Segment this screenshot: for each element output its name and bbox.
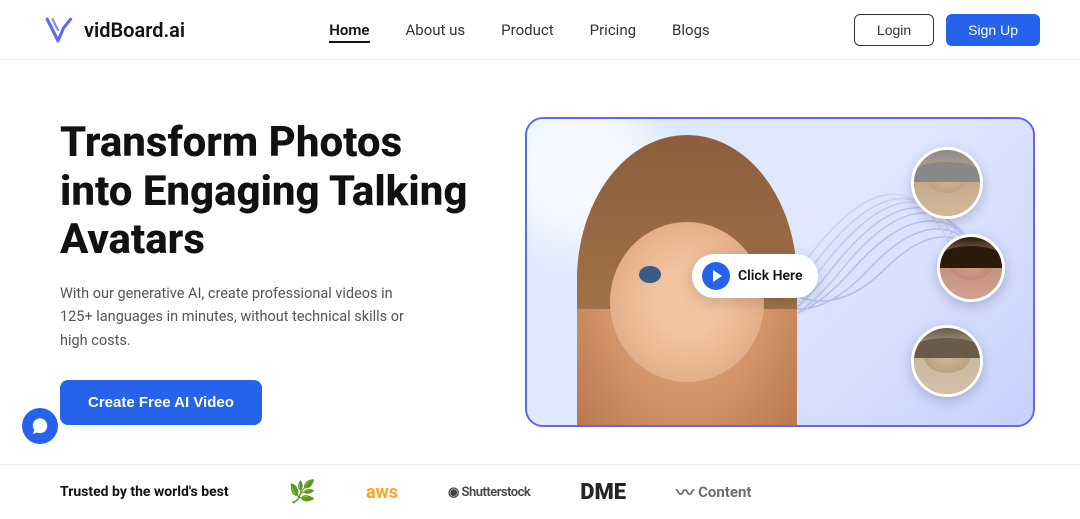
hero-right: Click Here — [520, 117, 1040, 427]
trusted-bar: Trusted by the world's best 🌿 aws ◉ Shut… — [0, 464, 1080, 519]
left-eye — [639, 266, 661, 283]
navbar: vidBoard.ai Home About us Product Pricin… — [0, 0, 1080, 60]
nav-item-product[interactable]: Product — [501, 20, 553, 39]
aws-brand-logo: aws — [366, 482, 398, 503]
nav-link-blogs[interactable]: Blogs — [672, 21, 710, 39]
shutterstock-logo: ◉ Shutterstock — [448, 485, 530, 500]
nav-links: Home About us Product Pricing Blogs — [329, 20, 709, 39]
nav-link-pricing[interactable]: Pricing — [590, 21, 636, 39]
chat-icon — [31, 417, 49, 435]
hero-description: With our generative AI, create professio… — [60, 282, 420, 352]
trusted-heading: Trusted by the world's best — [60, 484, 229, 500]
nav-item-home[interactable]: Home — [329, 20, 369, 39]
login-button[interactable]: Login — [854, 14, 934, 46]
click-here-badge[interactable]: Click Here — [692, 254, 818, 298]
avatar-male-1 — [911, 147, 983, 219]
nav-item-blogs[interactable]: Blogs — [672, 20, 710, 39]
create-video-button[interactable]: Create Free AI Video — [60, 380, 262, 425]
chat-bubble-button[interactable] — [22, 408, 58, 444]
hero-section: Transform Photos into Engaging Talking A… — [0, 70, 1080, 474]
brand-logos: 🌿 aws ◉ Shutterstock DME 〰 Content — [289, 479, 752, 505]
face-skin — [610, 222, 764, 382]
nav-link-about[interactable]: About us — [406, 21, 466, 39]
dme-brand-logo: DME — [580, 480, 626, 505]
nav-item-pricing[interactable]: Pricing — [590, 20, 636, 39]
hero-left: Transform Photos into Engaging Talking A… — [60, 119, 480, 424]
google-brand-logo: 🌿 — [289, 480, 316, 505]
nav-link-home[interactable]: Home — [329, 21, 369, 43]
video-card: Click Here — [525, 117, 1035, 427]
nav-actions: Login Sign Up — [854, 14, 1040, 46]
hero-title: Transform Photos into Engaging Talking A… — [60, 119, 480, 264]
play-button-icon[interactable] — [702, 262, 730, 290]
click-here-label: Click Here — [738, 268, 802, 284]
logo-icon — [40, 12, 76, 48]
nav-item-about[interactable]: About us — [406, 20, 466, 39]
signup-button[interactable]: Sign Up — [946, 14, 1040, 46]
logo-text: vidBoard.ai — [84, 18, 185, 42]
nav-link-product[interactable]: Product — [501, 21, 553, 39]
logo[interactable]: vidBoard.ai — [40, 12, 185, 48]
avatar-male-2 — [911, 325, 983, 397]
content-brand-logo: 〰 Content — [676, 479, 751, 505]
avatar-female-1 — [937, 234, 1005, 302]
